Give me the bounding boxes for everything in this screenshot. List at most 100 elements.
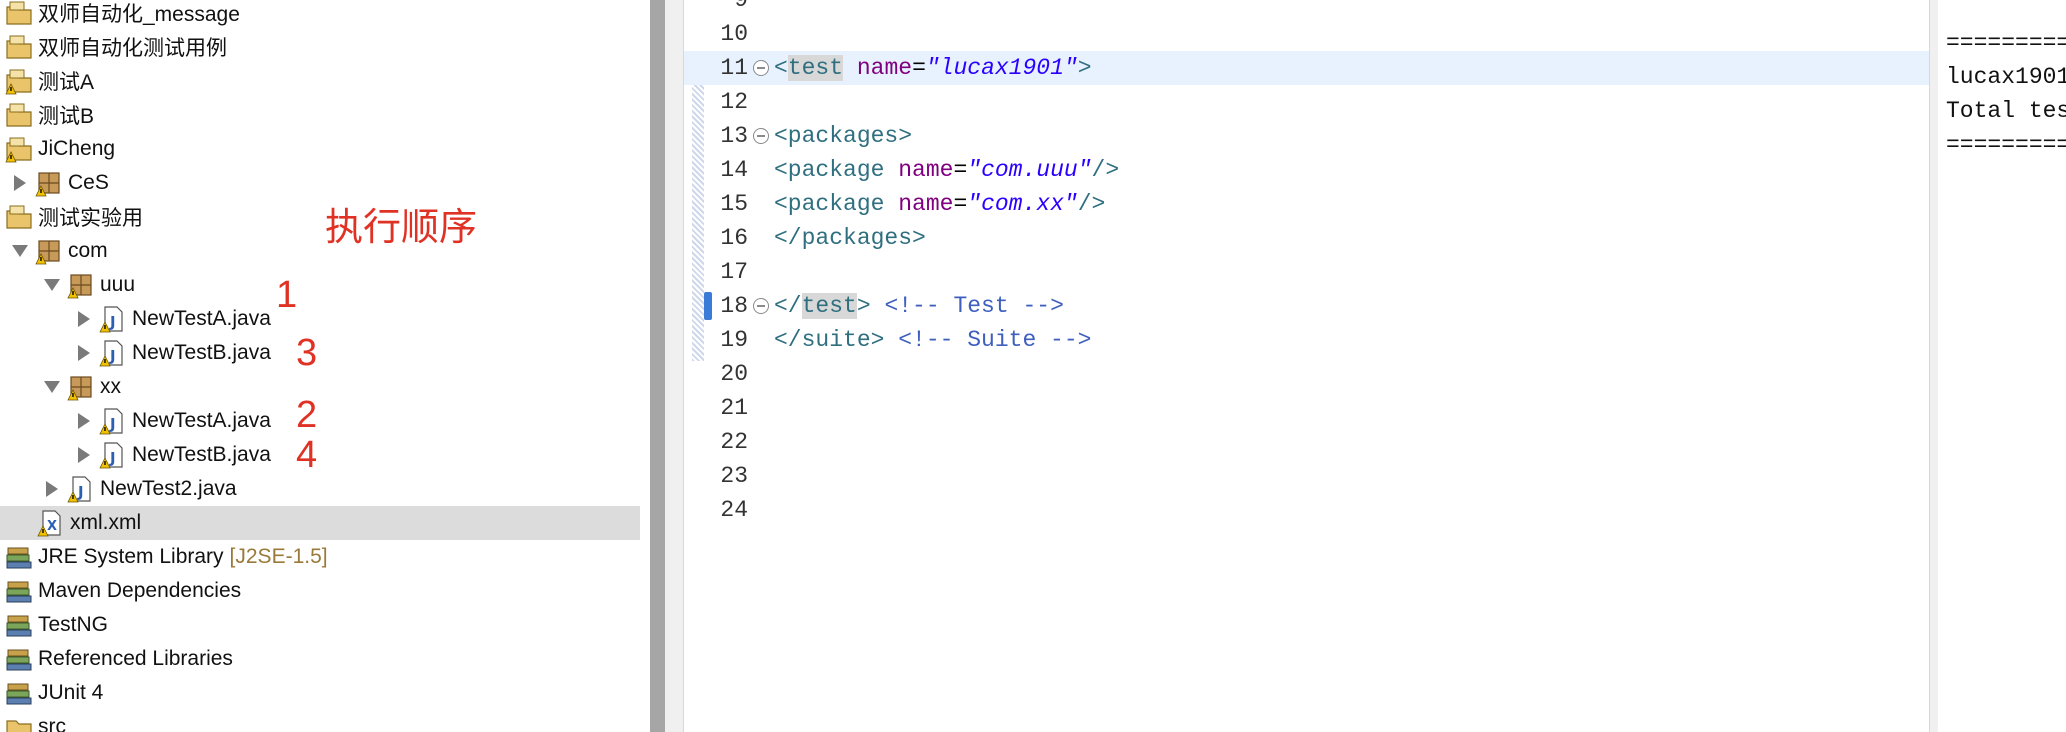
tree-item-label: 双师自动化_message	[38, 3, 240, 26]
package-icon	[66, 270, 96, 300]
collapse-arrow-icon[interactable]	[42, 279, 62, 291]
xml-bracket: >	[1077, 55, 1092, 81]
library-icon	[4, 542, 34, 572]
xml-comment: <!-- Test -->	[870, 293, 1064, 319]
tree-item-label: JRE System Library	[38, 545, 224, 568]
tree-item-label: 测试A	[38, 71, 95, 94]
tree-item-project-test-a[interactable]: 测试A	[0, 64, 640, 98]
svg-text:J: J	[109, 347, 116, 365]
tree-item-label: src	[38, 715, 66, 732]
tree-item-project-message[interactable]: 双师自动化_message	[0, 0, 640, 30]
library-icon	[4, 678, 34, 708]
tree-item-project-testcases[interactable]: 双师自动化测试用例	[0, 30, 640, 64]
folder-project-icon	[4, 0, 34, 28]
tree-item-package-com[interactable]: com	[0, 234, 640, 268]
line-number: 9	[734, 0, 748, 13]
tree-item-label: uuu	[100, 273, 136, 296]
expand-arrow-icon[interactable]	[74, 413, 94, 429]
tree-item-file-uuu-newtestb[interactable]: J NewTestB.java	[0, 336, 640, 370]
line-number: 11	[720, 55, 748, 81]
tree-item-lib-maven[interactable]: Maven Dependencies	[0, 574, 640, 608]
code-line: 10	[684, 17, 1929, 51]
tree-item-lib-referenced[interactable]: Referenced Libraries	[0, 642, 640, 676]
expand-arrow-icon[interactable]	[74, 447, 94, 463]
collapse-arrow-icon[interactable]	[42, 381, 62, 393]
tree-item-file-uuu-newtesta[interactable]: J NewTestA.java	[0, 302, 640, 336]
editor-left-margin	[665, 0, 684, 732]
xml-tag: <package	[774, 191, 899, 217]
code-line: 23	[684, 459, 1929, 493]
line-number: 23	[720, 463, 748, 489]
tree-item-package-xx[interactable]: xx	[0, 370, 640, 404]
collapse-fold-icon[interactable]	[752, 297, 770, 315]
library-icon	[4, 610, 34, 640]
tree-item-package-ces[interactable]: CeS	[0, 166, 640, 200]
line-number: 18	[720, 293, 748, 319]
java-file-icon: J	[66, 474, 96, 504]
code-quote: "	[1063, 55, 1078, 81]
java-file-icon: J	[98, 406, 128, 436]
code-line: 16 </packages>	[684, 221, 1929, 255]
expand-arrow-icon[interactable]	[74, 345, 94, 361]
java-file-icon: J	[98, 338, 128, 368]
code-quote: "	[1063, 191, 1078, 217]
line-number: 13	[720, 123, 748, 149]
jre-version-label: [J2SE-1.5]	[229, 545, 328, 568]
svg-text:J: J	[109, 415, 116, 433]
folder-icon	[4, 712, 34, 732]
svg-text:J: J	[77, 483, 84, 501]
line-number: 21	[720, 395, 748, 421]
code-line: 17	[684, 255, 1929, 289]
java-file-icon: J	[98, 440, 128, 470]
tree-item-project-experiment[interactable]: 测试实验用	[0, 200, 640, 234]
tree-item-lib-jre[interactable]: JRE System Library [J2SE-1.5]	[0, 540, 640, 574]
xml-bracket: </	[774, 293, 802, 319]
xml-attribute-value: com.uuu	[981, 157, 1078, 183]
code-line: 12	[684, 85, 1929, 119]
console-output: =============== lucax1901 Total tests ru…	[1938, 0, 2066, 732]
svg-text:J: J	[109, 313, 116, 331]
tree-item-label: NewTestA.java	[132, 409, 271, 432]
line-number: 22	[720, 429, 748, 455]
tree-item-file-xx-newtestb[interactable]: J NewTestB.java	[0, 438, 640, 472]
tree-item-file-newtest2[interactable]: J NewTest2.java	[0, 472, 640, 506]
java-file-icon: J	[98, 304, 128, 334]
tree-item-file-xml[interactable]: X xml.xml	[0, 506, 640, 540]
tree-item-label: JiCheng	[38, 137, 116, 160]
collapse-fold-icon[interactable]	[752, 59, 770, 77]
xml-attribute: name	[898, 191, 954, 217]
bookmark-marker-icon[interactable]	[704, 292, 712, 320]
xml-tag-name: test	[801, 293, 857, 319]
line-number: 19	[720, 327, 748, 353]
line-number: 15	[720, 191, 748, 217]
expand-arrow-icon[interactable]	[42, 481, 62, 497]
folder-project-icon	[4, 202, 34, 232]
pane-splitter[interactable]	[650, 0, 665, 732]
console-line: ===============	[1946, 30, 2066, 56]
library-icon	[4, 576, 34, 606]
tree-item-package-uuu[interactable]: uuu	[0, 268, 640, 302]
expand-arrow-icon[interactable]	[74, 311, 94, 327]
code-line: 22	[684, 425, 1929, 459]
code-line: 19 </suite> <!-- Suite -->	[684, 323, 1929, 357]
project-explorer: 双师自动化_message 双师自动化测试用例 测试A 测试B JiCheng	[0, 0, 640, 732]
xml-tag-name: test	[787, 55, 844, 81]
folder-project-icon	[4, 134, 34, 164]
code-line-current: 11 < test name = " lucax1901 " >	[684, 51, 1929, 85]
collapse-arrow-icon[interactable]	[10, 245, 30, 257]
execution-order-annotation: 执行顺序	[325, 207, 478, 249]
xml-editor[interactable]: 9 10 11 < test name = " lucax1901 " > 12 13 <p…	[684, 0, 1929, 732]
tree-item-lib-testng[interactable]: TestNG	[0, 608, 640, 642]
tree-item-folder-src[interactable]: src	[0, 710, 640, 732]
tree-item-lib-junit[interactable]: JUnit 4	[0, 676, 640, 710]
collapse-fold-icon[interactable]	[752, 127, 770, 145]
expand-arrow-icon[interactable]	[10, 175, 30, 191]
console-line: Total tests run	[1946, 98, 2066, 124]
package-icon	[34, 168, 64, 198]
tree-item-project-jicheng[interactable]: JiCheng	[0, 132, 640, 166]
line-number: 24	[720, 497, 748, 523]
tree-item-label: xx	[100, 375, 121, 398]
tree-item-file-xx-newtesta[interactable]: J NewTestA.java	[0, 404, 640, 438]
tree-item-project-test-b[interactable]: 测试B	[0, 98, 640, 132]
tree-item-label: Maven Dependencies	[38, 579, 242, 602]
